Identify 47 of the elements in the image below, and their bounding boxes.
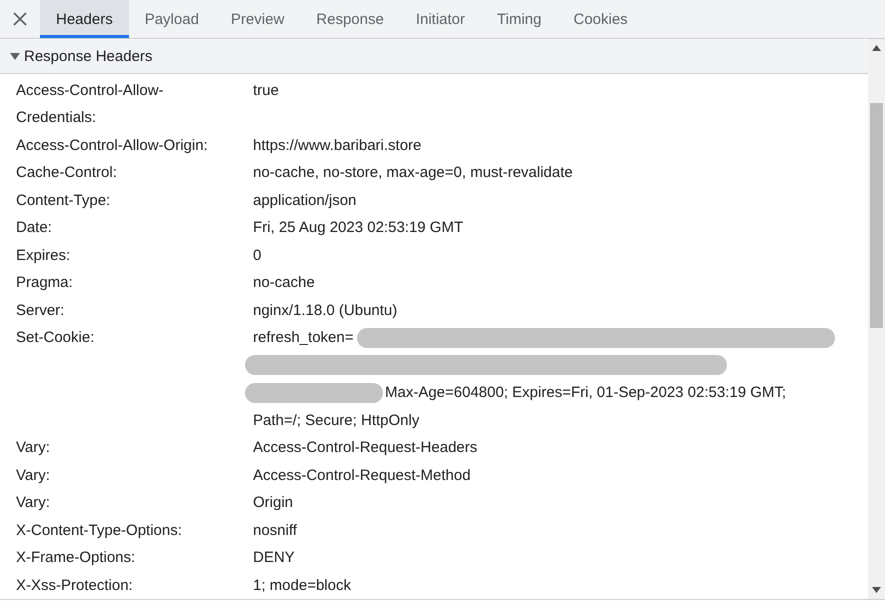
header-value: Access-Control-Request-Method <box>253 466 471 486</box>
section-title: Response Headers <box>24 48 152 65</box>
scrollbar-thumb[interactable] <box>870 103 883 328</box>
header-value: no-cache <box>253 273 315 293</box>
header-value: Access-Control-Request-Headers <box>253 438 478 458</box>
header-value: Origin <box>253 493 294 513</box>
header-name: Access-Control-Allow-Origin: <box>15 136 209 156</box>
header-value: nosniff <box>253 520 297 540</box>
tab[interactable]: Preview <box>214 0 300 38</box>
header-value: Max-Age=604800; Expires=Fri, 01-Sep-2023 02:53:19 GMT; <box>385 383 786 403</box>
header-value: DENY <box>253 548 295 568</box>
header-value: application/json <box>253 190 356 210</box>
header-name: Set-Cookie: <box>15 328 96 348</box>
header-name: Expires: <box>15 246 72 266</box>
tab[interactable]: Cookies <box>557 0 644 38</box>
header-name: Server: <box>15 300 66 320</box>
header-name: X-Content-Type-Options: <box>15 520 183 540</box>
header-value: refresh_token= <box>253 328 354 348</box>
header-name: Vary: <box>15 438 51 458</box>
scrollbar[interactable] <box>868 39 885 599</box>
header-name: Access-Control-Allow-Credentials: <box>15 80 165 128</box>
header-value: no-cache, no-store, max-age=0, must-revalidate <box>253 163 573 183</box>
header-name: Cache-Control: <box>15 163 118 183</box>
expanded-triangle-icon <box>10 51 20 62</box>
header-name: Content-Type: <box>15 190 112 210</box>
header-name: Date: <box>15 218 53 238</box>
section-header[interactable]: Response Headers <box>0 39 868 74</box>
close-icon[interactable] <box>13 12 27 26</box>
header-name: Pragma: <box>15 273 74 293</box>
header-name: X-Xss-Protection: <box>15 576 134 596</box>
header-name: Vary: <box>15 493 51 513</box>
scroll-up-icon[interactable] <box>872 45 881 51</box>
header-value: nginx/1.18.0 (Ubuntu) <box>253 300 398 320</box>
header-value: Fri, 25 Aug 2023 02:53:19 GMT <box>253 218 464 238</box>
header-name: X-Frame-Options: <box>15 548 136 568</box>
scroll-down-icon[interactable] <box>872 587 881 593</box>
tab[interactable]: Headers <box>40 0 129 38</box>
tab[interactable]: Response <box>300 0 400 38</box>
tab[interactable]: Timing <box>481 0 558 38</box>
tab[interactable]: Initiator <box>400 0 482 38</box>
header-value: https://www.baribari.store <box>253 136 422 156</box>
header-value: true <box>253 80 279 100</box>
header-value: 0 <box>253 246 262 266</box>
header-value: 1; mode=block <box>253 576 351 596</box>
header-name: Vary: <box>15 466 51 486</box>
header-value: Path=/; Secure; HttpOnly <box>253 410 420 430</box>
tab[interactable]: Payload <box>128 0 215 38</box>
